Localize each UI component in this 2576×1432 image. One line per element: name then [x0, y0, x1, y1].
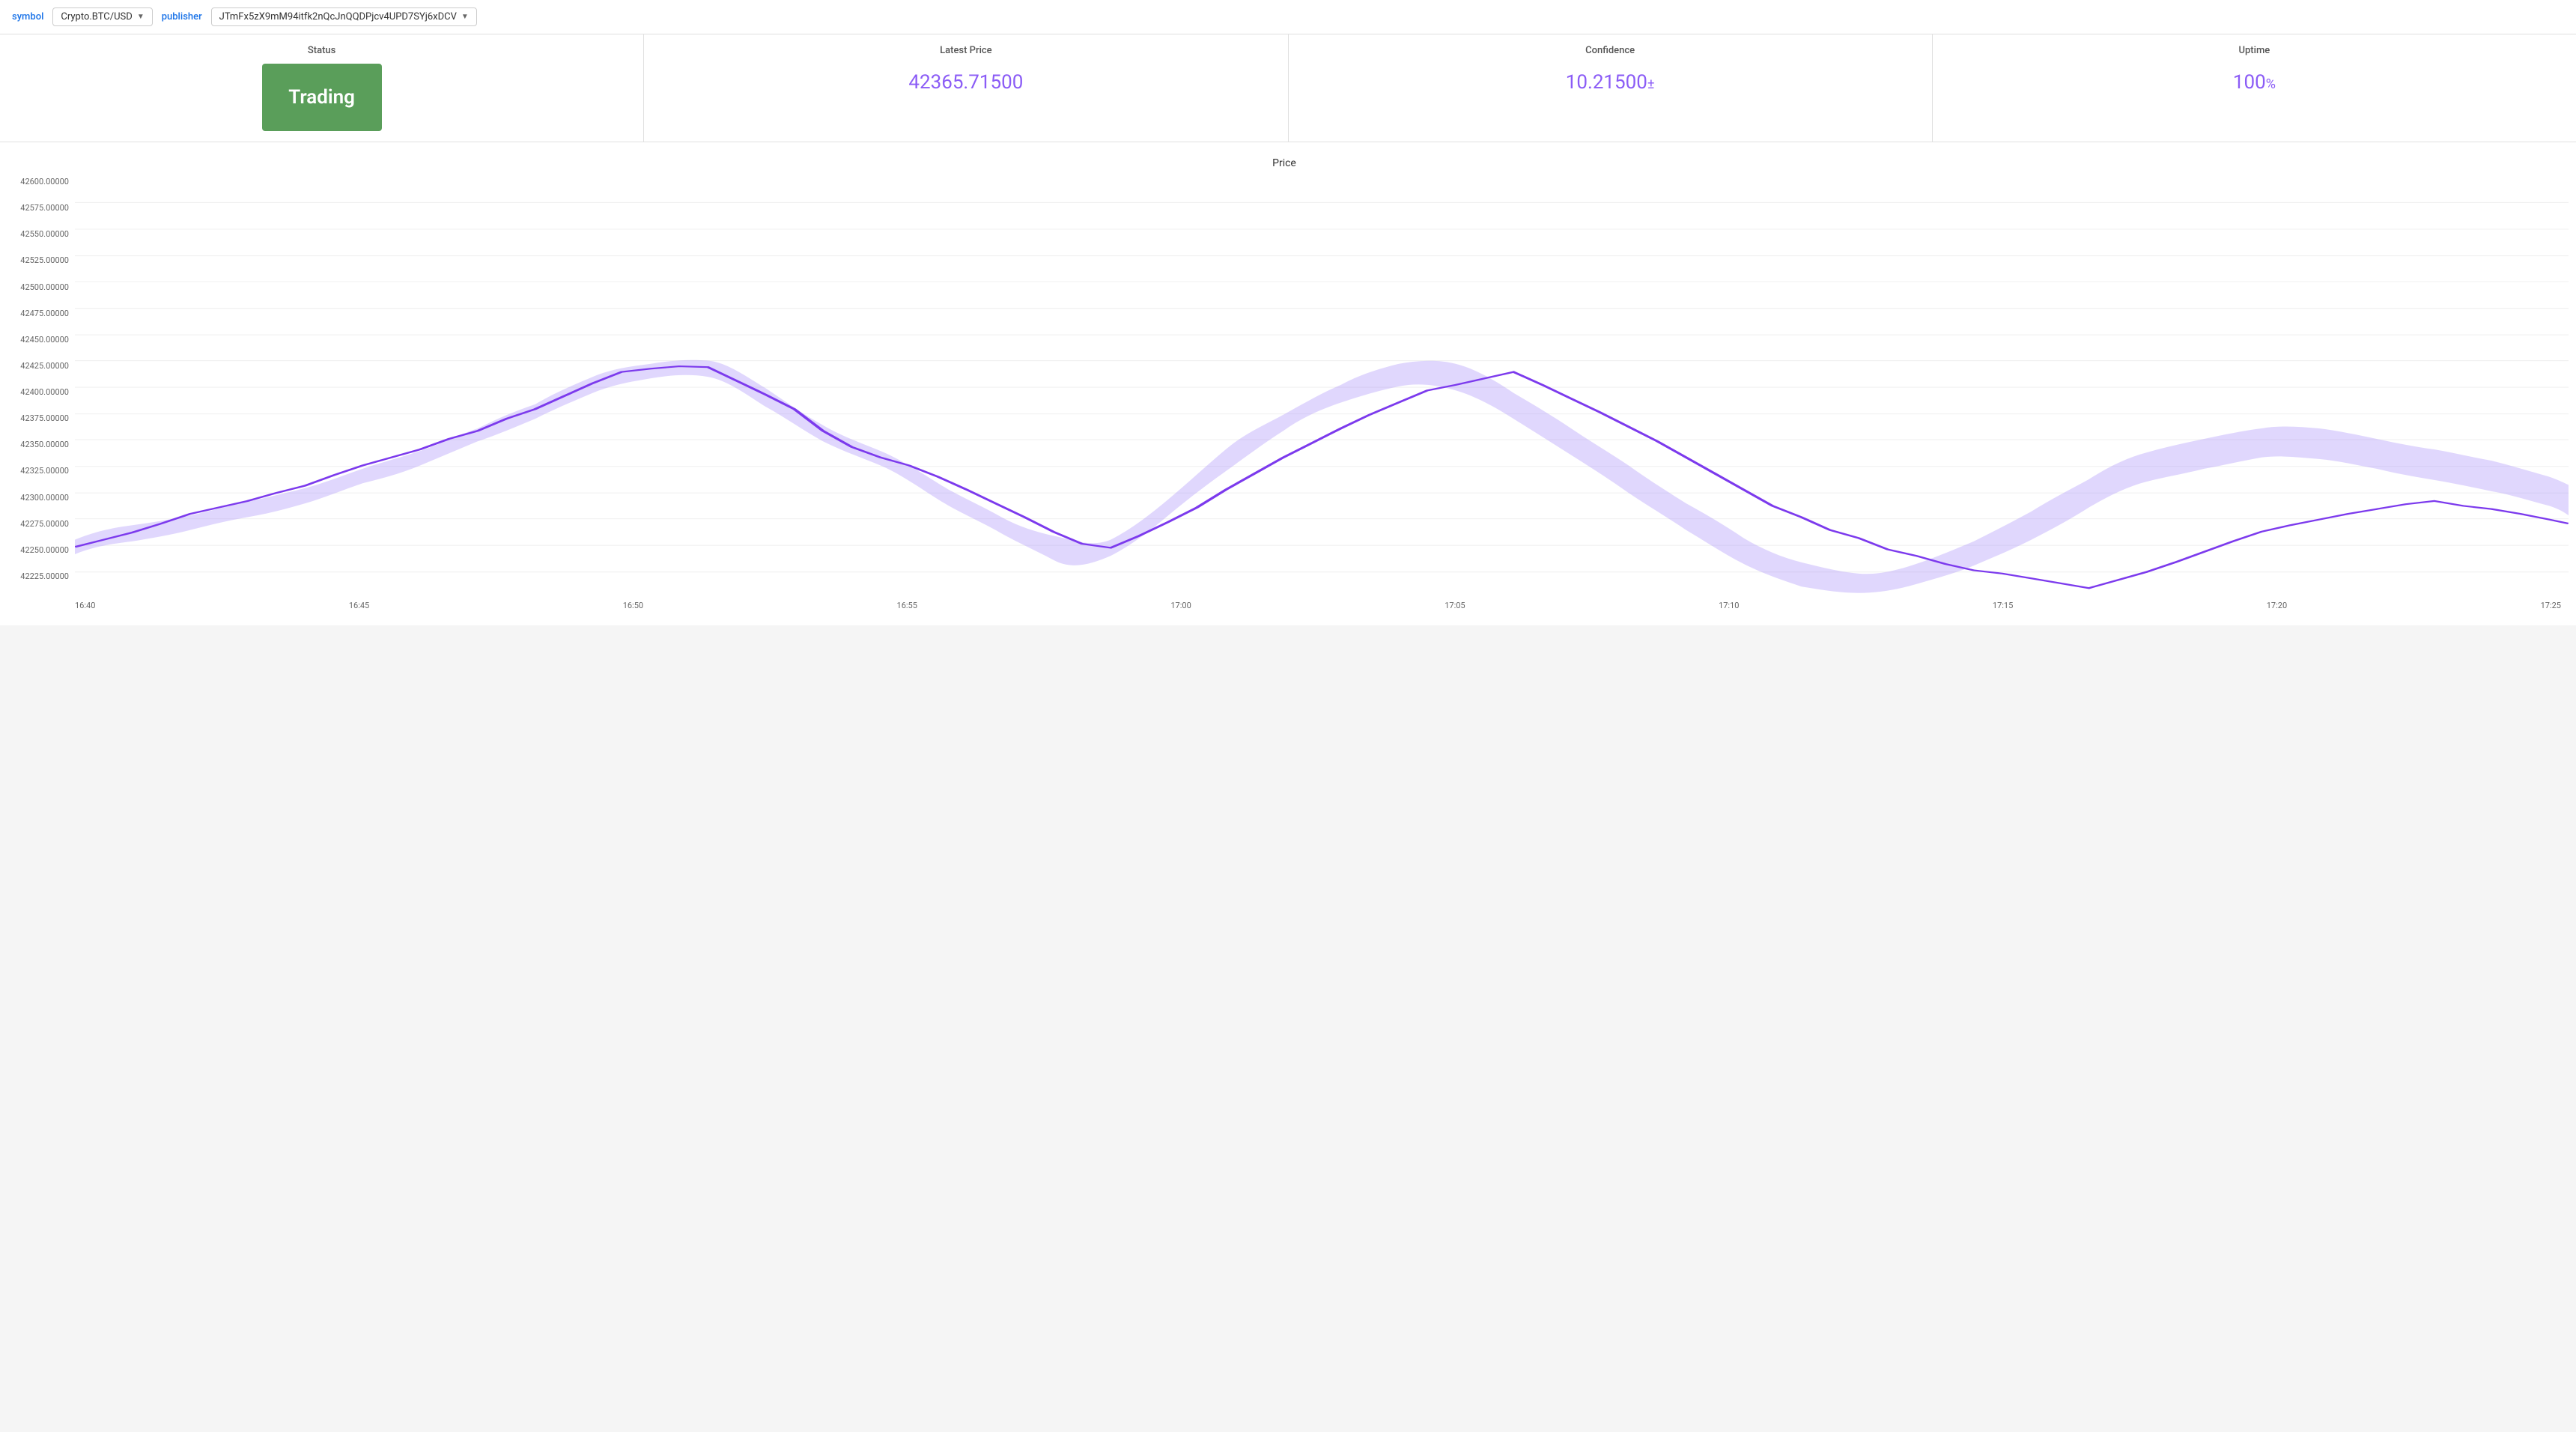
y-axis-label: 42300.00000: [7, 493, 69, 503]
y-axis-label: 42550.00000: [7, 229, 69, 239]
chart-area: [75, 177, 2569, 596]
chart-section: Price 42600.0000042575.0000042550.000004…: [0, 142, 2576, 625]
status-label: Status: [15, 45, 628, 56]
y-axis-label: 42425.00000: [7, 361, 69, 371]
y-axis-label: 42575.00000: [7, 203, 69, 213]
x-axis: 16:40 16:45 16:50 16:55 17:00 17:05 17:10 17:15…: [0, 596, 2569, 610]
confidence-value: 10.21500±: [1304, 64, 1917, 94]
price-card: Latest Price 42365.71500: [644, 34, 1288, 142]
stats-row: Status Trading Latest Price 42365.71500 …: [0, 34, 2576, 142]
x-axis-label: 17:05: [1445, 601, 1465, 610]
x-axis-label: 17:10: [1719, 601, 1739, 610]
x-axis-label: 17:00: [1170, 601, 1191, 610]
y-axis-label: 42475.00000: [7, 309, 69, 318]
symbol-label: symbol: [12, 11, 43, 22]
x-axis-label: 17:15: [1993, 601, 2013, 610]
status-value: Trading: [288, 86, 355, 109]
price-label: Latest Price: [659, 45, 1272, 56]
confidence-label: Confidence: [1304, 45, 1917, 56]
price-value: 42365.71500: [659, 64, 1272, 94]
publisher-value: JTmFx5zX9mM94itfk2nQcJnQQDPjcv4UPD7SYj6x…: [219, 11, 457, 22]
top-bar: symbol Crypto.BTC/USD ▼ publisher JTmFx5…: [0, 0, 2576, 34]
y-axis-label: 42250.00000: [7, 545, 69, 555]
y-axis-label: 42500.00000: [7, 282, 69, 292]
price-chart-svg: [75, 177, 2569, 596]
chart-container: 42600.00000 42575.00000 42550.00000 42525.0…: [0, 177, 2569, 596]
y-axis-label: 42400.00000: [7, 387, 69, 397]
status-badge: Trading: [262, 64, 382, 131]
chart-title: Price: [0, 157, 2569, 169]
publisher-label: publisher: [162, 11, 202, 22]
y-axis: 42600.00000 42575.00000 42550.00000 42525.0…: [0, 177, 75, 596]
y-axis-label: 42525.00000: [7, 255, 69, 265]
symbol-dropdown[interactable]: Crypto.BTC/USD ▼: [52, 7, 152, 26]
x-axis-label: 17:20: [2267, 601, 2287, 610]
x-axis-label: 16:40: [75, 601, 95, 610]
chevron-down-icon: ▼: [137, 13, 145, 21]
y-axis-label: 42275.00000: [7, 519, 69, 529]
y-axis-label: 42350.00000: [7, 440, 69, 449]
x-axis-label: 16:50: [623, 601, 643, 610]
symbol-value: Crypto.BTC/USD: [61, 11, 132, 22]
status-card: Status Trading: [0, 34, 644, 142]
chevron-down-icon-2: ▼: [461, 13, 469, 21]
y-axis-label: 42450.00000: [7, 335, 69, 345]
x-axis-label: 16:45: [349, 601, 369, 610]
y-axis-label: 42600.00000: [7, 177, 69, 186]
confidence-band: [75, 360, 2569, 593]
y-axis-label: 42225.00000: [7, 571, 69, 581]
publisher-dropdown[interactable]: JTmFx5zX9mM94itfk2nQcJnQQDPjcv4UPD7SYj6x…: [211, 7, 477, 26]
x-axis-label: 16:55: [897, 601, 917, 610]
y-axis-label: 42325.00000: [7, 466, 69, 476]
confidence-card: Confidence 10.21500±: [1289, 34, 1933, 142]
uptime-label: Uptime: [1948, 45, 2561, 56]
uptime-value: 100%: [1948, 64, 2561, 94]
x-axis-label: 17:25: [2541, 601, 2561, 610]
y-axis-label: 42375.00000: [7, 413, 69, 423]
uptime-card: Uptime 100%: [1933, 34, 2576, 142]
